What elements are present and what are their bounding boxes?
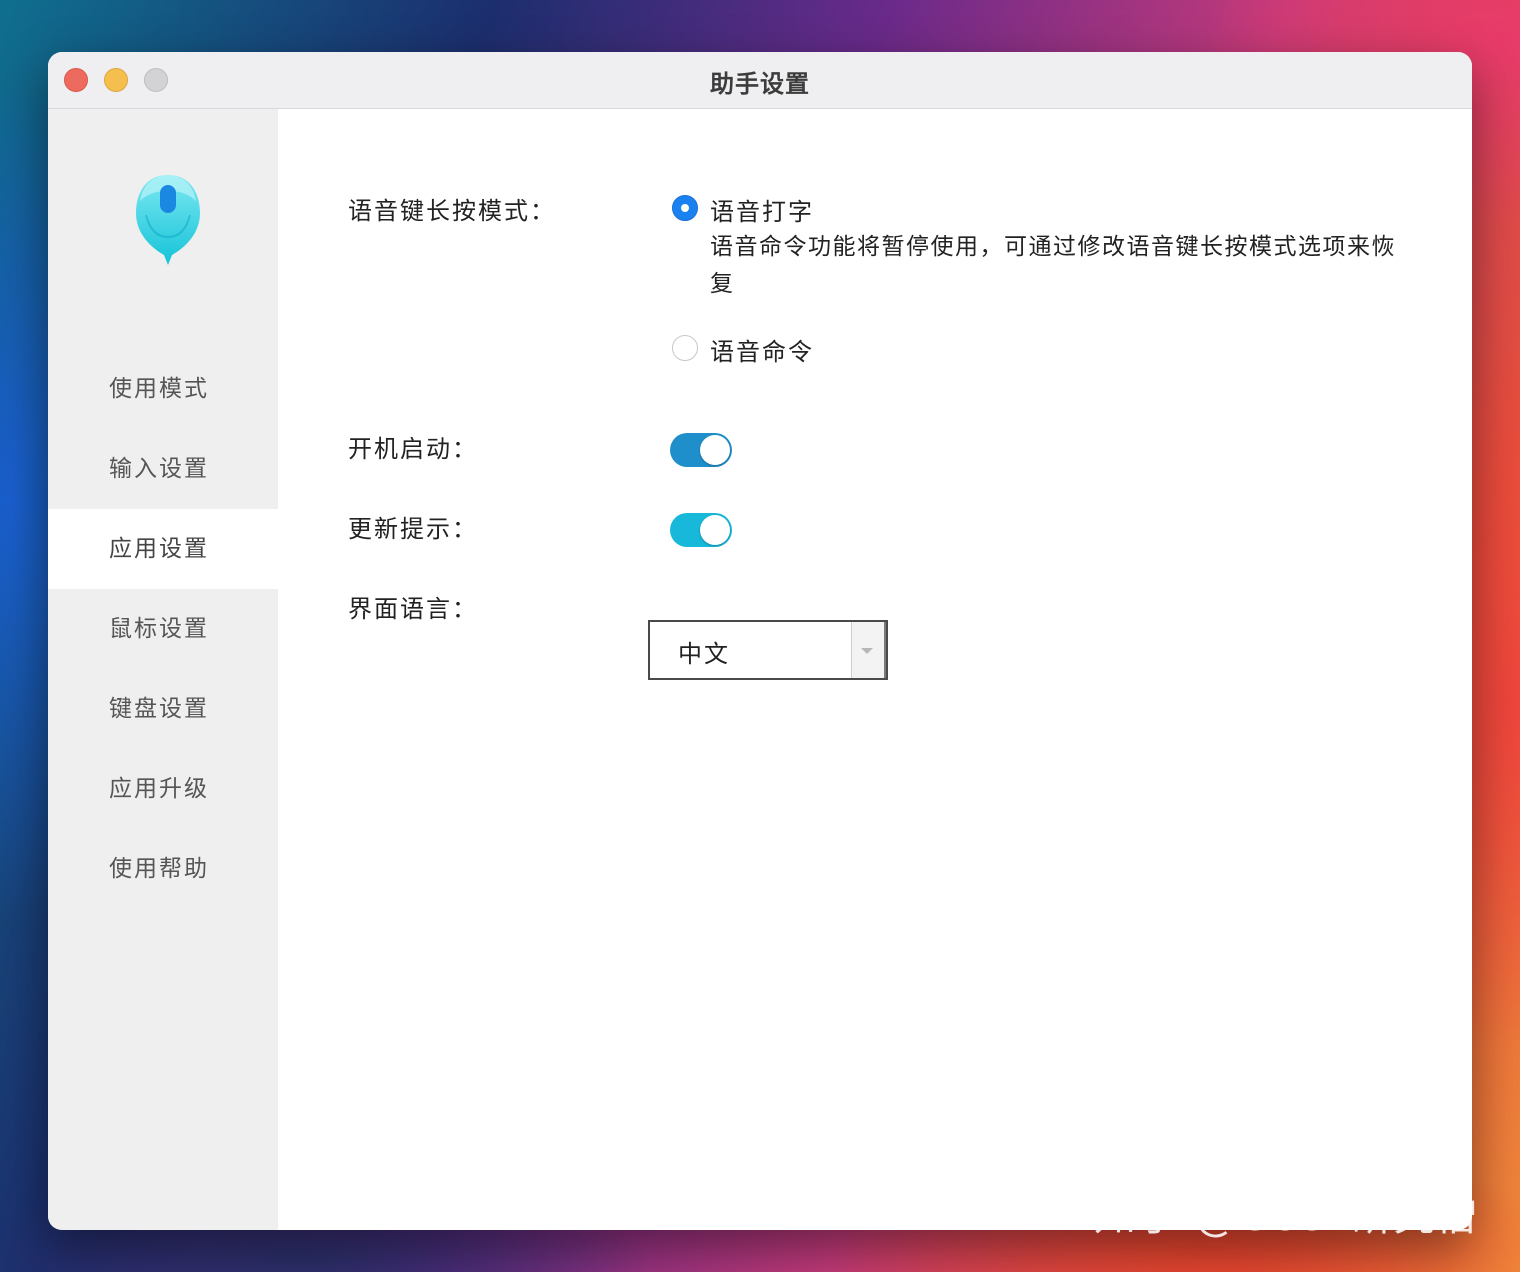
sidebar: 使用模式 输入设置 应用设置 鼠标设置 键盘设置 应用升级 使用帮助 bbox=[48, 109, 278, 1230]
toggle-knob bbox=[700, 435, 730, 465]
update-notice-toggle[interactable] bbox=[670, 513, 732, 547]
sidebar-item-keyboard-settings[interactable]: 键盘设置 bbox=[48, 669, 278, 749]
window-title: 助手设置 bbox=[710, 70, 810, 98]
settings-panel: 语音键长按模式： 语音打字 语音命令功能将暂停使用，可通过修改语音键长按模式选项… bbox=[278, 109, 1472, 1230]
sidebar-item-help[interactable]: 使用帮助 bbox=[48, 829, 278, 909]
voice-key-mode-label: 语音键长按模式： bbox=[348, 197, 556, 225]
update-notice-label: 更新提示： bbox=[348, 515, 478, 543]
voice-typing-radio[interactable] bbox=[672, 195, 698, 221]
sidebar-item-usage-mode[interactable]: 使用模式 bbox=[48, 349, 278, 429]
voice-command-option-label[interactable]: 语音命令 bbox=[710, 332, 814, 367]
voice-command-radio[interactable] bbox=[672, 335, 698, 361]
ui-language-selected-value: 中文 bbox=[678, 640, 730, 668]
startup-label: 开机启动： bbox=[348, 435, 478, 463]
ui-language-label: 界面语言： bbox=[348, 595, 478, 623]
startup-toggle[interactable] bbox=[670, 433, 732, 467]
sidebar-item-app-settings[interactable]: 应用设置 bbox=[48, 509, 278, 589]
sidebar-item-input-settings[interactable]: 输入设置 bbox=[48, 429, 278, 509]
ui-language-select[interactable]: 中文 bbox=[648, 620, 888, 680]
app-logo-icon bbox=[136, 175, 200, 265]
chevron-down-icon[interactable] bbox=[851, 622, 886, 678]
sidebar-item-app-upgrade[interactable]: 应用升级 bbox=[48, 749, 278, 829]
settings-window: 助手设置 使用模式 输入设置 应用设置 鼠标设置 键盘设置 应用升级 使用帮助 … bbox=[48, 52, 1472, 1230]
title-bar: 助手设置 bbox=[48, 52, 1472, 109]
voice-typing-option-label[interactable]: 语音打字 bbox=[710, 192, 814, 227]
watermark: 知乎 @Geek研究僧 bbox=[1094, 1191, 1479, 1240]
sidebar-item-mouse-settings[interactable]: 鼠标设置 bbox=[48, 589, 278, 669]
toggle-knob bbox=[700, 515, 730, 545]
voice-typing-description: 语音命令功能将暂停使用，可通过修改语音键长按模式选项来恢复 bbox=[710, 234, 1396, 297]
